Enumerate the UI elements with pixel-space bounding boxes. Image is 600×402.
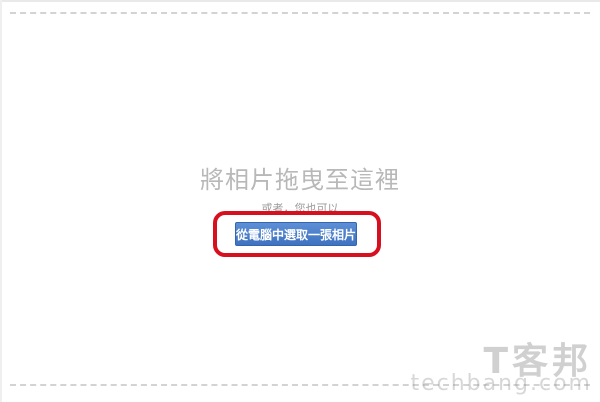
top-border xyxy=(0,0,600,2)
drop-zone-title: 將相片拖曳至這裡 xyxy=(200,166,400,194)
upload-dialog: 將相片拖曳至這裡 或者，您也可以 從電腦中選取一張相片 T客邦 techbang… xyxy=(0,0,600,402)
watermark: T客邦 techbang.com xyxy=(410,332,592,396)
photo-drop-zone[interactable] xyxy=(10,12,590,386)
choose-photo-from-computer-button[interactable]: 從電腦中選取一張相片 xyxy=(235,222,357,246)
watermark-url: techbang.com xyxy=(410,371,592,396)
